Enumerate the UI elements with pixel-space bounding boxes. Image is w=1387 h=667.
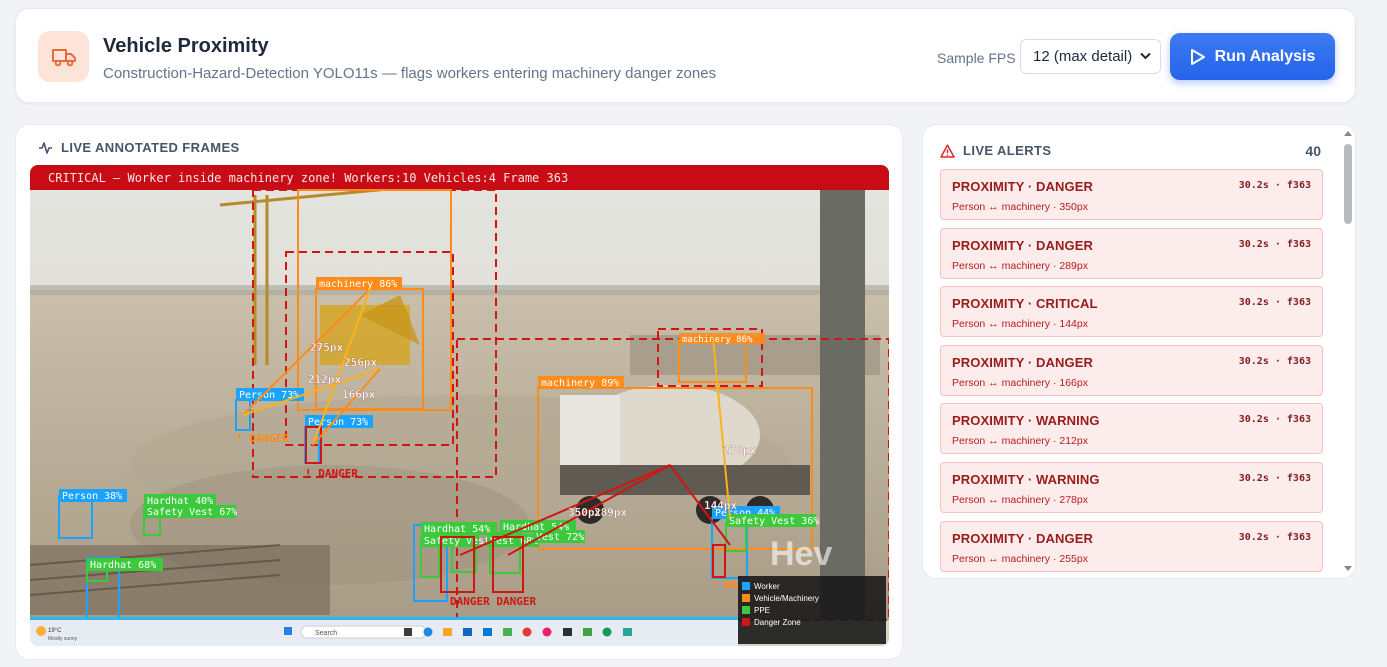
run-analysis-button[interactable]: Run Analysis [1170,33,1335,80]
sample-fps-label: Sample FPS [937,50,1016,66]
alert-card[interactable]: PROXIMITY · CRITICAL 30.2s · f363 Person ↔… [940,286,1323,338]
alert-meta: 30.2s · f363 [1238,473,1311,484]
windows-icon [284,627,292,635]
label-machinery-far: machinery 86% [682,335,753,345]
legend-swatch [742,594,750,602]
header-card: Vehicle Proximity Construction-Hazard-De… [15,8,1356,103]
legend-label: Danger Zone [754,618,801,627]
label-danger-2: ! DANGER [236,432,289,445]
alert-meta: 30.2s · f363 [1238,238,1311,250]
chevron-down-icon [1140,52,1151,60]
page-title: Vehicle Proximity [103,35,269,57]
distance-label-8: 289px [594,506,627,519]
critical-banner-text: CRITICAL — Worker inside machinery zone!… [48,171,568,185]
live-alerts-heading: LIVE ALERTS [940,143,1051,158]
alert-card[interactable]: PROXIMITY · WARNING 30.2s · f363 Person ↔ … [940,403,1323,455]
alert-detail: Person ↔ machinery · 144px [952,318,1088,331]
legend-swatch [742,582,750,590]
warning-triangle-icon [940,143,955,158]
alert-detail: Person ↔ machinery · 166px [952,376,1088,389]
legend-label: PPE [754,606,770,615]
label-machinery-mixer: machinery 89% [541,378,619,389]
live-frames-heading: LIVE ANNOTATED FRAMES [38,140,240,155]
alert-meta: 30.2s · f363 [1238,531,1311,543]
label-danger-3: DANGER DANGER [450,595,536,608]
alert-card[interactable]: PROXIMITY · DANGER 30.2s · f363 Person ↔ m… [940,344,1323,396]
activity-icon [39,141,52,154]
alert-meta: 30.2s · f363 [1238,180,1311,191]
label-machinery-crane: machinery 86% [319,279,397,290]
alert-card[interactable]: PROXIMITY · DANGER 30.2s · f363 Person ↔ m… [940,169,1323,220]
alert-detail: Person ↔ machinery · 289px [952,259,1088,272]
taskbar-weather-sub: Mostly sunny [48,636,78,642]
scroll-up-arrow-icon[interactable] [1344,130,1352,136]
alert-card[interactable]: PROXIMITY · DANGER 30.2s · f363 Person ↔ m… [940,227,1323,279]
alert-detail: Person ↔ machinery · 212px [952,435,1088,448]
alert-title: PROXIMITY · DANGER [952,354,1093,370]
taskbar-search: Search [315,630,337,637]
alert-title: PROXIMITY · CRITICAL [952,296,1098,312]
label-hardhat-3: Hardhat 54% [424,524,490,535]
live-frames-title: LIVE ANNOTATED FRAMES [61,140,240,155]
legend-swatch [742,618,750,626]
live-frames-panel: LIVE ANNOTATED FRAMES CRITICAL — Worker … [15,124,903,660]
alert-meta: 30.2s · f363 [1238,297,1311,309]
alert-detail: Person ↔ machinery · 350px [952,201,1088,213]
weather-icon [36,626,46,636]
label-person-bottom-left: Person 38% [62,491,122,502]
label-vest-right: Safety Vest 36% [729,516,819,527]
distance-label-4: 166px [342,388,375,401]
distance-label-3: 212px [308,373,341,386]
video-watermark: Hev [770,535,832,573]
label-warning-right: ! WA [711,578,738,591]
alert-detail: Person ↔ machinery · 278px [952,494,1088,506]
distance-label-1: 275px [310,341,343,354]
alert-detail: Person ↔ machinery · 255px [952,552,1088,565]
distance-label-5: 278px [723,444,756,457]
taskbar-weather: 19°C [48,628,62,634]
sample-fps-value: 12 (max detail) [1033,48,1133,65]
label-vest-4: Vest 72% [536,532,584,543]
annotated-frame: CRITICAL — Worker inside machinery zone!… [30,165,889,646]
alerts-scroll-thumb[interactable] [1344,144,1352,224]
alert-meta: 30.2s · f363 [1238,355,1311,367]
scroll-down-arrow-icon[interactable] [1344,566,1352,572]
alert-card[interactable]: PROXIMITY · DANGER 30.2s · f363 Person ↔ m… [940,520,1323,572]
play-icon [1190,48,1205,65]
alert-title: PROXIMITY · DANGER [952,237,1093,253]
alert-card[interactable]: PROXIMITY · WARNING 30.2s · f363 Person ↔ … [940,462,1323,513]
alert-title: PROXIMITY · WARNING [952,413,1100,429]
live-alerts-panel: LIVE ALERTS 40 PROXIMITY · DANGER 30.2s ·… [922,124,1356,579]
alert-title: PROXIMITY · DANGER [952,179,1093,194]
alert-meta: 30.2s · f363 [1238,414,1311,426]
page-subtitle: Construction-Hazard-Detection YOLO11s — … [103,65,717,82]
sample-fps-select[interactable]: 12 (max detail) [1020,39,1161,74]
truck-icon [51,48,76,66]
legend-label: Worker [754,582,780,591]
legend-swatch [742,606,750,614]
run-analysis-label: Run Analysis [1214,47,1316,65]
label-hardhat-2: Hardhat 68% [90,560,156,571]
label-danger-1: ! DANGER [305,467,358,480]
alert-title: PROXIMITY · WARNING [952,472,1100,487]
legend-label: Vehicle/Machinery [754,594,819,603]
annotated-frame-image: CRITICAL — Worker inside machinery zone!… [30,165,889,646]
distance-label-6: 144px [704,499,737,512]
label-vest-1: Safety Vest 67% [147,507,237,518]
live-alerts-title: LIVE ALERTS [963,143,1052,158]
logo-badge [38,31,89,82]
alerts-scrollbar[interactable] [1341,128,1353,578]
alert-title: PROXIMITY · DANGER [952,530,1093,546]
distance-label-2: 256px [344,356,377,369]
alerts-count: 40 [1305,143,1321,159]
